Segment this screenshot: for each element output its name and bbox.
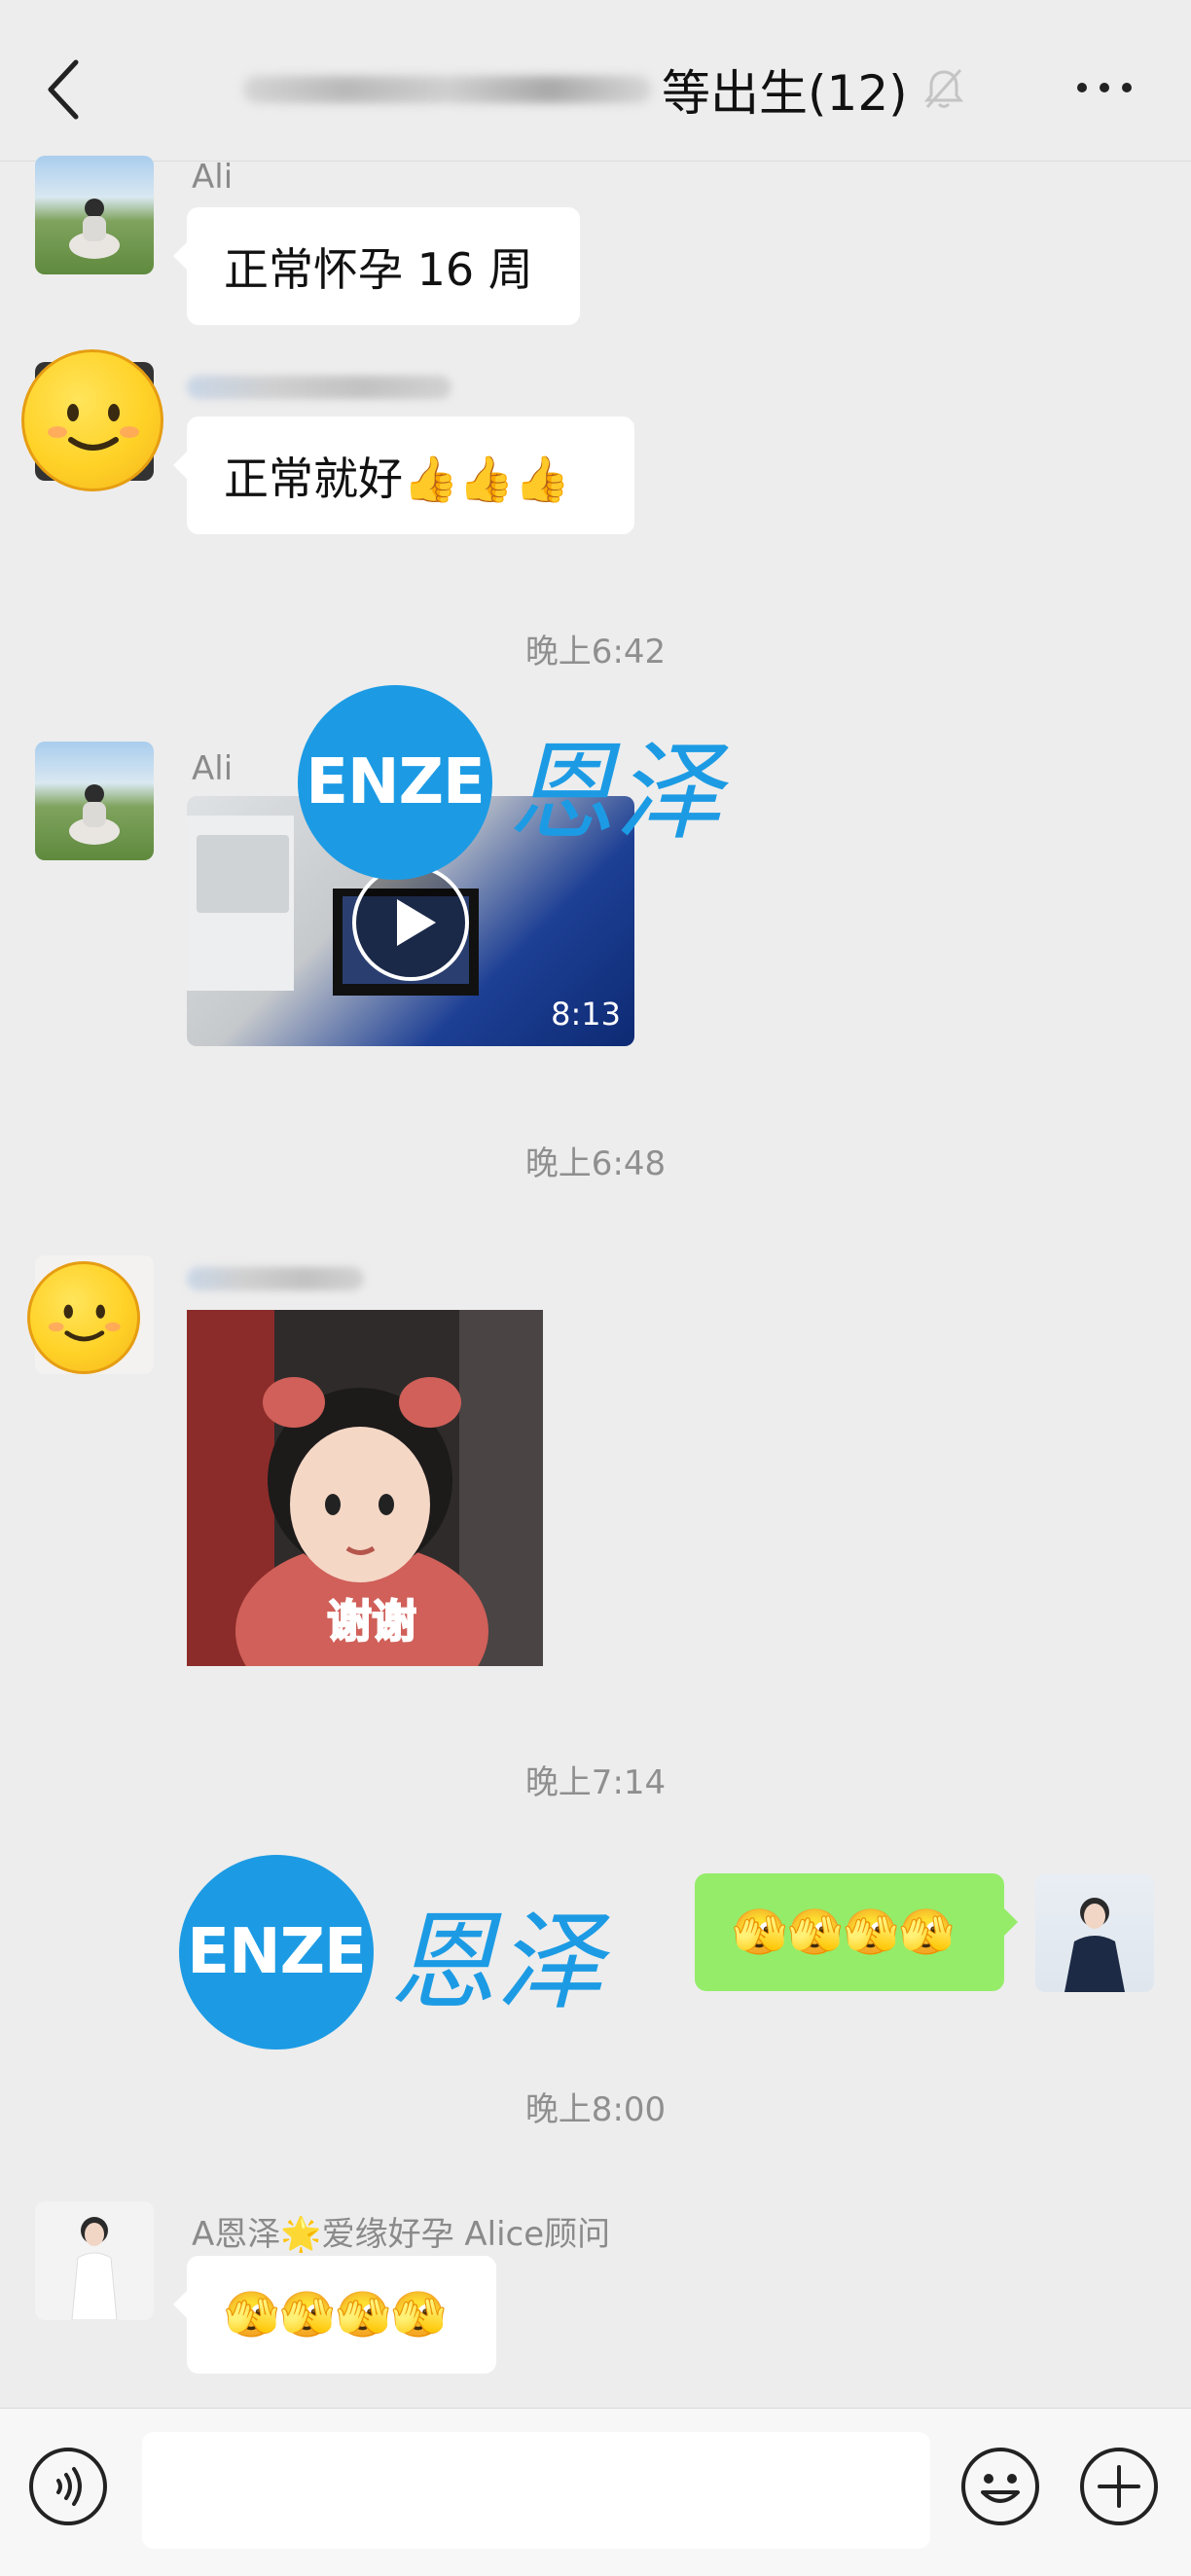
blurred-name bbox=[243, 76, 652, 103]
sender-name: Ali bbox=[192, 158, 234, 197]
back-arrow-icon[interactable] bbox=[39, 51, 97, 128]
timestamp: 晚上6:42 bbox=[524, 633, 667, 671]
enze-logo-text: 恩泽 bbox=[389, 1900, 603, 2024]
blurred-sender-name bbox=[187, 376, 451, 399]
sender-name: A恩泽🌟爱缘好孕 Alice顾问 bbox=[192, 2215, 611, 2254]
more-options-icon[interactable] bbox=[1070, 58, 1138, 117]
enze-logo-circle: ENZE bbox=[179, 1855, 374, 2050]
enze-watermark: ENZE 恩泽 bbox=[179, 1855, 603, 2050]
play-icon[interactable] bbox=[350, 862, 471, 983]
enze-logo-circle: ENZE bbox=[298, 685, 492, 880]
own-avatar[interactable] bbox=[1035, 1873, 1154, 1992]
avatar-ali[interactable] bbox=[35, 742, 154, 860]
smiley-face-icon bbox=[27, 1261, 140, 1374]
input-bar bbox=[0, 2408, 1191, 2576]
enze-logo-text: 恩泽 bbox=[508, 730, 722, 854]
avatar-alice[interactable] bbox=[35, 2201, 154, 2320]
message-bubble[interactable]: 正常怀孕 16 周 bbox=[173, 207, 580, 325]
timestamp: 晚上6:48 bbox=[524, 1144, 667, 1183]
sender-name: Ali bbox=[192, 749, 234, 788]
own-message-bubble[interactable]: 🫣🫣🫣🫣 bbox=[695, 1873, 1018, 1991]
video-duration: 8:13 bbox=[551, 996, 621, 1033]
message-bubble[interactable]: 正常就好👍👍👍 bbox=[173, 417, 634, 534]
message-bubble[interactable]: 🫣🫣🫣🫣 bbox=[173, 2256, 496, 2374]
chat-title: 等出生(12) bbox=[662, 65, 908, 122]
mute-bell-icon bbox=[923, 68, 964, 109]
enze-watermark: ENZE 恩泽 bbox=[298, 685, 722, 880]
sticker-caption: 谢谢 bbox=[326, 1594, 417, 1649]
emoji-icon[interactable] bbox=[959, 2446, 1041, 2527]
message-input[interactable] bbox=[142, 2432, 930, 2549]
avatar-ali[interactable] bbox=[35, 156, 154, 274]
blurred-sender-name bbox=[187, 1267, 364, 1290]
add-plus-icon[interactable] bbox=[1078, 2446, 1160, 2527]
chat-title-area: 等出生(12) bbox=[243, 51, 908, 128]
voice-input-icon[interactable] bbox=[27, 2446, 109, 2527]
smiley-face-icon bbox=[21, 349, 163, 491]
timestamp: 晚上8:00 bbox=[524, 2090, 667, 2129]
timestamp: 晚上7:14 bbox=[524, 1763, 667, 1802]
chat-header: 等出生(12) bbox=[0, 0, 1191, 162]
sticker-image[interactable]: 谢谢 bbox=[187, 1310, 543, 1666]
